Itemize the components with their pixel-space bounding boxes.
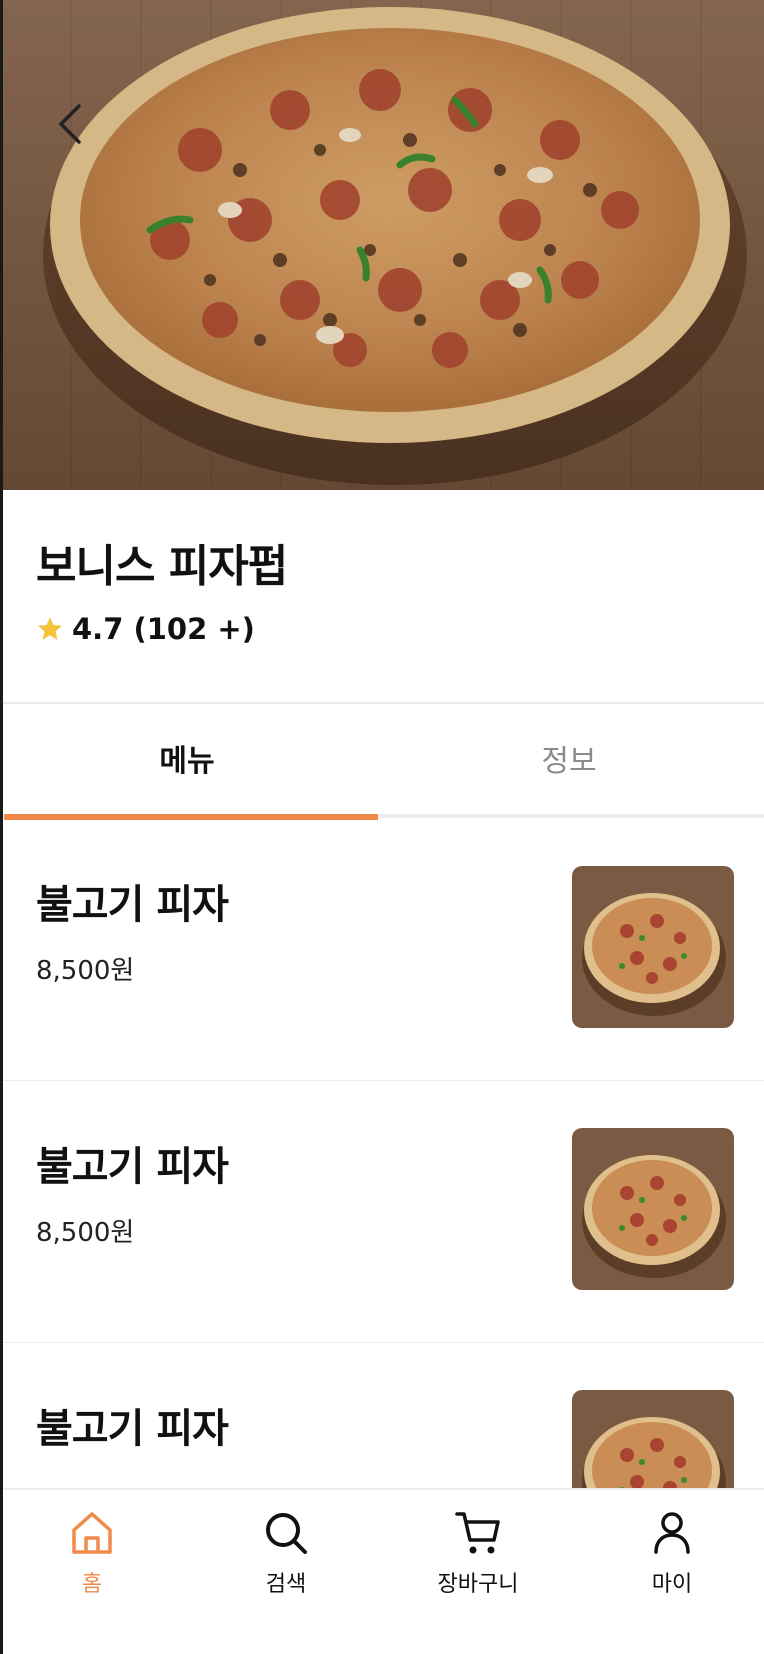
pizza-photo bbox=[0, 0, 764, 490]
tab-info[interactable]: 정보 bbox=[382, 704, 756, 812]
nav-cart[interactable]: 장바구니 bbox=[418, 1508, 538, 1618]
store-rating: 4.7 (102 +) bbox=[36, 612, 255, 646]
nav-label: 장바구니 bbox=[437, 1572, 519, 1597]
bottom-navigation: 홈 검색 장바구니 마이 bbox=[0, 1488, 764, 1654]
pizza-thumbnail bbox=[572, 1128, 734, 1290]
home-icon bbox=[72, 1512, 112, 1554]
pizza-thumbnail bbox=[572, 866, 734, 1028]
store-name: 보니스 피자펍 bbox=[36, 541, 288, 592]
nav-my[interactable]: 마이 bbox=[612, 1508, 732, 1618]
chevron-left-icon bbox=[59, 104, 81, 144]
list-divider bbox=[0, 1342, 764, 1343]
nav-label: 마이 bbox=[651, 1572, 693, 1597]
menu-item-price: 8,500원 bbox=[36, 1218, 135, 1248]
store-hero-image bbox=[0, 0, 764, 490]
menu-item-name: 불고기 피자 bbox=[36, 882, 229, 928]
cart-icon bbox=[455, 1512, 500, 1554]
menu-item-name: 불고기 피자 bbox=[36, 1144, 229, 1190]
app-screen: 보니스 피자펍 4.7 (102 +) 메뉴 정보 불고기 피자 8,500원 bbox=[0, 0, 764, 1654]
nav-home[interactable]: 홈 bbox=[32, 1508, 152, 1618]
list-divider bbox=[0, 1080, 764, 1081]
nav-label: 홈 bbox=[81, 1572, 103, 1597]
user-icon bbox=[654, 1512, 690, 1554]
menu-item-name: 불고기 피자 bbox=[36, 1406, 229, 1452]
store-tabs: 메뉴 정보 bbox=[0, 704, 764, 820]
rating-text: 4.7 (102 +) bbox=[72, 612, 255, 646]
star-icon bbox=[37, 617, 63, 640]
menu-item-price: 8,500원 bbox=[36, 956, 135, 986]
nav-label: 검색 bbox=[265, 1572, 307, 1597]
tab-menu[interactable]: 메뉴 bbox=[0, 704, 374, 812]
back-button[interactable] bbox=[48, 96, 92, 152]
menu-item[interactable]: 불고기 피자 8,500원 bbox=[0, 820, 764, 1080]
nav-search[interactable]: 검색 bbox=[226, 1508, 346, 1618]
store-info: 보니스 피자펍 4.7 (102 +) bbox=[36, 530, 288, 646]
search-icon bbox=[266, 1513, 307, 1554]
screen-edge bbox=[0, 0, 3, 1654]
menu-item[interactable]: 불고기 피자 8,500원 bbox=[0, 1082, 764, 1342]
